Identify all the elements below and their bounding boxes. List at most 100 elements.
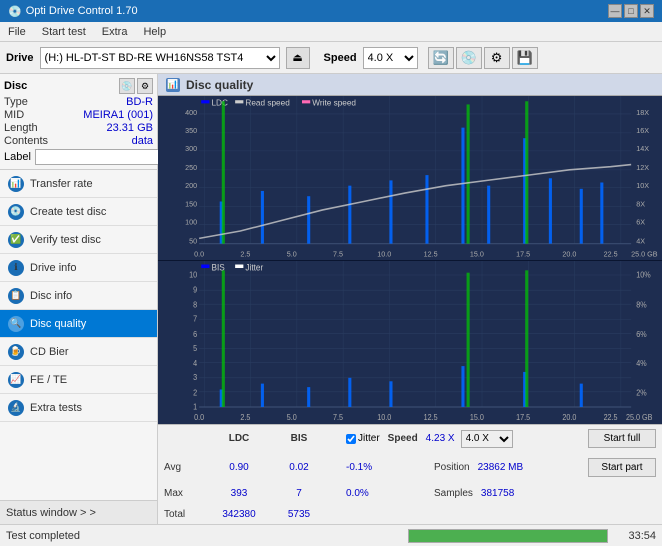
menu-file[interactable]: File bbox=[4, 25, 30, 39]
total-ldc: 342380 bbox=[208, 509, 270, 520]
drive-info-label: Drive info bbox=[30, 262, 76, 274]
cd-bier-icon: 🍺 bbox=[8, 344, 24, 360]
fe-te-icon: 📈 bbox=[8, 372, 24, 388]
sidebar-item-disc-info[interactable]: 📋 Disc info bbox=[0, 282, 157, 310]
status-window-link[interactable]: Status window > > bbox=[0, 500, 157, 524]
svg-text:17.5: 17.5 bbox=[516, 412, 530, 422]
svg-text:5.0: 5.0 bbox=[287, 412, 297, 422]
menu-start-test[interactable]: Start test bbox=[38, 25, 90, 39]
disc-icon-cd[interactable]: 💿 bbox=[119, 78, 135, 94]
disc-length-label: Length bbox=[4, 122, 38, 134]
svg-text:5.0: 5.0 bbox=[287, 249, 297, 258]
sidebar-item-disc-quality[interactable]: 🔍 Disc quality bbox=[0, 310, 157, 338]
app-icon: 💿 bbox=[8, 5, 22, 18]
toolbar-icon-refresh[interactable]: 🔄 bbox=[428, 47, 454, 69]
toolbar-icon-save[interactable]: 💾 bbox=[512, 47, 538, 69]
svg-text:4%: 4% bbox=[636, 358, 647, 368]
svg-text:12.5: 12.5 bbox=[424, 249, 438, 258]
svg-text:300: 300 bbox=[185, 144, 197, 153]
svg-text:7: 7 bbox=[193, 314, 197, 324]
disc-label-input[interactable] bbox=[35, 149, 173, 165]
disc-mid-row: MID MEIRA1 (001) bbox=[4, 109, 153, 121]
svg-text:6%: 6% bbox=[636, 329, 647, 339]
disc-header: Disc 💿 ⚙ bbox=[4, 78, 153, 94]
bis-header: BIS bbox=[274, 433, 324, 444]
svg-text:15.0: 15.0 bbox=[470, 249, 484, 258]
window-controls: — □ ✕ bbox=[608, 4, 654, 18]
svg-text:25.0 GB: 25.0 GB bbox=[626, 412, 652, 422]
drive-select[interactable]: (H:) HL-DT-ST BD-RE WH16NS58 TST4 bbox=[40, 47, 280, 69]
speed-select-stats[interactable]: 4.0 X bbox=[461, 430, 513, 448]
sidebar-item-drive-info[interactable]: ℹ Drive info bbox=[0, 254, 157, 282]
verify-test-disc-icon: ✅ bbox=[8, 232, 24, 248]
menubar: File Start test Extra Help bbox=[0, 22, 662, 42]
disc-contents-label: Contents bbox=[4, 135, 48, 147]
svg-text:2%: 2% bbox=[636, 387, 647, 397]
toolbar-icon-settings[interactable]: ⚙ bbox=[484, 47, 510, 69]
time-text: 33:54 bbox=[616, 530, 656, 542]
statusbar: Test completed 33:54 bbox=[0, 524, 662, 546]
svg-text:400: 400 bbox=[185, 108, 197, 117]
menu-help[interactable]: Help bbox=[139, 25, 170, 39]
speed-header-label: Speed bbox=[388, 433, 418, 444]
sidebar-item-extra-tests[interactable]: 🔬 Extra tests bbox=[0, 394, 157, 422]
ldc-header: LDC bbox=[208, 433, 270, 444]
disc-length-row: Length 23.31 GB bbox=[4, 122, 153, 134]
sidebar-item-verify-test-disc[interactable]: ✅ Verify test disc bbox=[0, 226, 157, 254]
sidebar-item-create-test-disc[interactable]: 💿 Create test disc bbox=[0, 198, 157, 226]
svg-text:10.0: 10.0 bbox=[377, 412, 391, 422]
total-bis: 5735 bbox=[274, 509, 324, 520]
maximize-button[interactable]: □ bbox=[624, 4, 638, 18]
svg-text:2.5: 2.5 bbox=[240, 249, 250, 258]
svg-text:0.0: 0.0 bbox=[194, 249, 204, 258]
toolbar-icon-disc[interactable]: 💿 bbox=[456, 47, 482, 69]
total-row: Total 342380 5735 bbox=[164, 509, 656, 520]
disc-mid-label: MID bbox=[4, 109, 24, 121]
minimize-button[interactable]: — bbox=[608, 4, 622, 18]
svg-text:7.5: 7.5 bbox=[333, 249, 343, 258]
content-area: 📊 Disc quality bbox=[158, 74, 662, 524]
disc-icon-gear[interactable]: ⚙ bbox=[137, 78, 153, 94]
action-buttons: Start full bbox=[588, 429, 656, 448]
svg-text:4: 4 bbox=[193, 358, 198, 368]
svg-text:8: 8 bbox=[193, 300, 197, 310]
disc-length-value: 23.31 GB bbox=[107, 122, 153, 134]
toolbar-icons: 🔄 💿 ⚙ 💾 bbox=[428, 47, 538, 69]
extra-tests-label: Extra tests bbox=[30, 402, 82, 414]
sidebar-nav: 📊 Transfer rate 💿 Create test disc ✅ Ver… bbox=[0, 170, 157, 500]
svg-text:6: 6 bbox=[193, 329, 197, 339]
start-full-button[interactable]: Start full bbox=[588, 429, 656, 448]
svg-text:Jitter: Jitter bbox=[245, 261, 263, 272]
svg-text:2.5: 2.5 bbox=[240, 412, 250, 422]
svg-text:15.0: 15.0 bbox=[470, 412, 484, 422]
speed-label: Speed bbox=[324, 52, 357, 64]
jitter-label: Jitter bbox=[358, 433, 380, 444]
svg-text:350: 350 bbox=[185, 126, 197, 135]
app-title: Opti Drive Control 1.70 bbox=[26, 5, 138, 17]
disc-quality-icon: 🔍 bbox=[8, 316, 24, 332]
close-button[interactable]: ✕ bbox=[640, 4, 654, 18]
start-part-button[interactable]: Start part bbox=[588, 458, 656, 477]
svg-text:200: 200 bbox=[185, 181, 197, 190]
svg-text:20.0: 20.0 bbox=[562, 412, 576, 422]
sidebar-item-fe-te[interactable]: 📈 FE / TE bbox=[0, 366, 157, 394]
sidebar-item-transfer-rate[interactable]: 📊 Transfer rate bbox=[0, 170, 157, 198]
eject-button[interactable]: ⏏ bbox=[286, 47, 310, 69]
drive-label: Drive bbox=[6, 52, 34, 64]
svg-text:1: 1 bbox=[193, 401, 197, 411]
samples-value: 381758 bbox=[481, 488, 514, 499]
jitter-checkbox[interactable] bbox=[346, 434, 356, 444]
disc-contents-value: data bbox=[132, 135, 153, 147]
chart2-svg: 10 9 8 7 6 5 4 3 2 1 10% 8% 6% 4% 2% bbox=[158, 261, 662, 425]
svg-text:5: 5 bbox=[193, 343, 197, 353]
svg-text:8%: 8% bbox=[636, 300, 647, 310]
position-label: Position bbox=[434, 462, 470, 473]
svg-text:50: 50 bbox=[189, 237, 197, 246]
chart1-svg: 400 350 300 250 200 150 100 50 18X 16X 1… bbox=[158, 96, 662, 260]
menu-extra[interactable]: Extra bbox=[98, 25, 132, 39]
drive-info-icon: ℹ bbox=[8, 260, 24, 276]
sidebar-item-cd-bier[interactable]: 🍺 CD Bier bbox=[0, 338, 157, 366]
speed-select[interactable]: 4.0 X bbox=[363, 47, 418, 69]
svg-text:16X: 16X bbox=[636, 126, 649, 135]
samples-label: Samples bbox=[434, 488, 473, 499]
